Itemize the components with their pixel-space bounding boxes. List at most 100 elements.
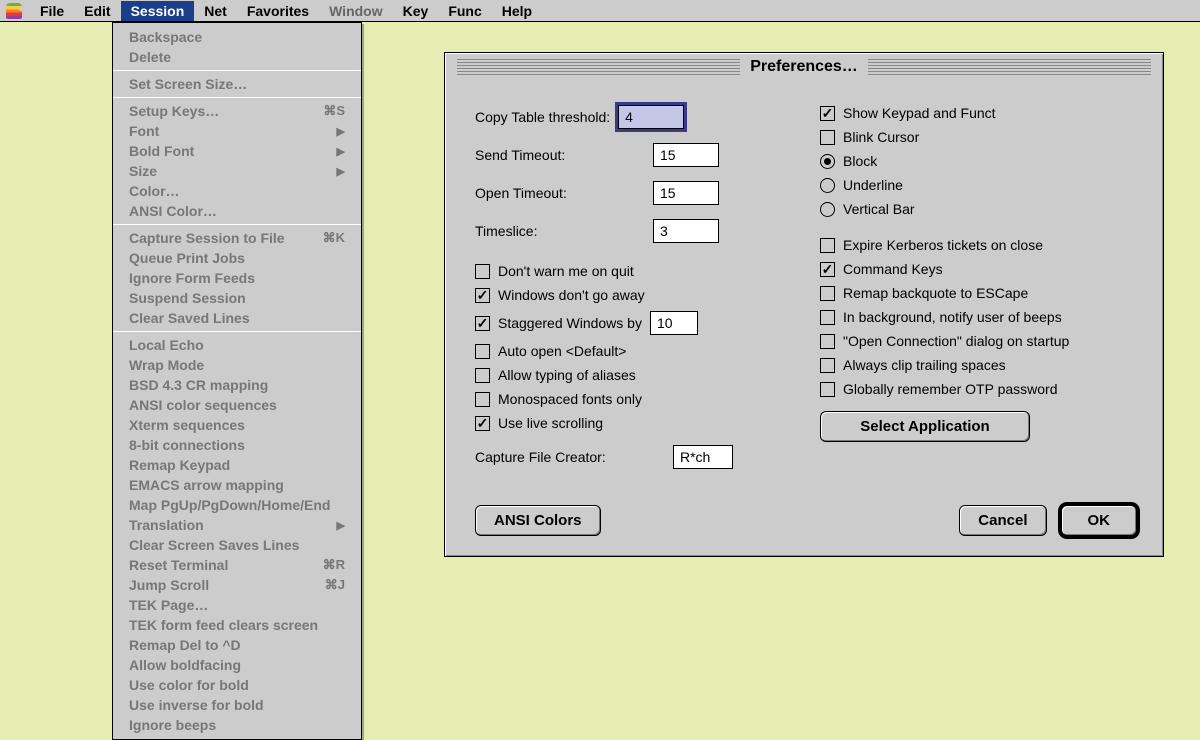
menu-item-allow-boldfacing[interactable]: Allow boldfacing: [113, 655, 361, 675]
prefs-right-column: Show Keypad and Funct Blink Cursor Block…: [820, 105, 1137, 483]
label-allow-aliases: Allow typing of aliases: [498, 367, 636, 383]
ok-button[interactable]: OK: [1061, 505, 1138, 536]
menu-net[interactable]: Net: [194, 1, 237, 21]
menu-window[interactable]: Window: [319, 1, 393, 21]
menu-item-queue-print-jobs[interactable]: Queue Print Jobs: [113, 248, 361, 268]
menu-item-backspace[interactable]: Backspace: [113, 27, 361, 47]
menu-item-delete[interactable]: Delete: [113, 47, 361, 67]
checkbox-staggered[interactable]: [475, 316, 490, 331]
submenu-arrow-icon: ▶: [337, 125, 345, 138]
menu-func[interactable]: Func: [438, 1, 491, 21]
menu-item-remap-del-to-d[interactable]: Remap Del to ^D: [113, 635, 361, 655]
menu-item-tek-page[interactable]: TEK Page…: [113, 595, 361, 615]
menu-item-ignore-beeps[interactable]: Ignore beeps: [113, 715, 361, 735]
label-open-connection-startup: "Open Connection" dialog on startup: [843, 333, 1069, 349]
select-application-button[interactable]: Select Application: [820, 411, 1030, 442]
menu-item-set-screen-size[interactable]: Set Screen Size…: [113, 74, 361, 94]
checkbox-windows-dont-go[interactable]: [475, 288, 490, 303]
menu-item-local-echo[interactable]: Local Echo: [113, 335, 361, 355]
shortcut: ⌘J: [325, 577, 345, 593]
menubar: FileEditSessionNetFavoritesWindowKeyFunc…: [0, 0, 1200, 22]
menu-item-xterm-sequences[interactable]: Xterm sequences: [113, 415, 361, 435]
checkbox-blink-cursor[interactable]: [820, 130, 835, 145]
label-show-keypad: Show Keypad and Funct: [843, 105, 996, 121]
menu-item-emacs-arrow-mapping[interactable]: EMACS arrow mapping: [113, 475, 361, 495]
apple-icon[interactable]: [6, 3, 22, 19]
menu-item-wrap-mode[interactable]: Wrap Mode: [113, 355, 361, 375]
copy-table-input[interactable]: [618, 105, 684, 129]
menu-item-bsd-4-3-cr-mapping[interactable]: BSD 4.3 CR mapping: [113, 375, 361, 395]
menu-item-size[interactable]: Size▶: [113, 161, 361, 181]
send-timeout-input[interactable]: [653, 143, 719, 167]
menu-item-jump-scroll[interactable]: Jump Scroll⌘J: [113, 575, 361, 595]
menu-separator: [113, 331, 361, 332]
checkbox-bg-beeps[interactable]: [820, 310, 835, 325]
menu-item-suspend-session[interactable]: Suspend Session: [113, 288, 361, 308]
radio-vertical-bar[interactable]: [820, 202, 835, 217]
menu-item-ignore-form-feeds[interactable]: Ignore Form Feeds: [113, 268, 361, 288]
menu-item-clear-saved-lines[interactable]: Clear Saved Lines: [113, 308, 361, 328]
menu-item-reset-terminal[interactable]: Reset Terminal⌘R: [113, 555, 361, 575]
menu-item-capture-session-to-file[interactable]: Capture Session to File⌘K: [113, 228, 361, 248]
capture-creator-label: Capture File Creator:: [475, 449, 665, 465]
menu-help[interactable]: Help: [492, 1, 542, 21]
preferences-window: Preferences… Copy Table threshold: Send …: [444, 52, 1164, 557]
label-block: Block: [843, 153, 877, 169]
staggered-input[interactable]: [650, 311, 698, 335]
menu-item-8-bit-connections[interactable]: 8-bit connections: [113, 435, 361, 455]
menu-item-font[interactable]: Font▶: [113, 121, 361, 141]
label-expire-kerberos: Expire Kerberos tickets on close: [843, 237, 1043, 253]
menu-item-map-pgup-pgdown-home-end[interactable]: Map PgUp/PgDown/Home/End: [113, 495, 361, 515]
menu-item-remap-keypad[interactable]: Remap Keypad: [113, 455, 361, 475]
submenu-arrow-icon: ▶: [337, 145, 345, 158]
menu-edit[interactable]: Edit: [74, 1, 120, 21]
label-remember-otp: Globally remember OTP password: [843, 381, 1057, 397]
menu-item-translation[interactable]: Translation▶: [113, 515, 361, 535]
label-command-keys: Command Keys: [843, 261, 943, 277]
menu-item-use-color-for-bold[interactable]: Use color for bold: [113, 675, 361, 695]
checkbox-dont-warn[interactable]: [475, 264, 490, 279]
checkbox-clip-trailing[interactable]: [820, 358, 835, 373]
open-timeout-input[interactable]: [653, 181, 719, 205]
menu-item-ansi-color[interactable]: ANSI Color…: [113, 201, 361, 221]
label-windows-dont-go: Windows don't go away: [498, 287, 645, 303]
checkbox-mono-fonts[interactable]: [475, 392, 490, 407]
radio-underline[interactable]: [820, 178, 835, 193]
timeslice-input[interactable]: [653, 219, 719, 243]
menu-item-setup-keys[interactable]: Setup Keys…⌘S: [113, 101, 361, 121]
ansi-colors-button[interactable]: ANSI Colors: [475, 505, 601, 536]
checkbox-show-keypad[interactable]: [820, 106, 835, 121]
menu-item-color[interactable]: Color…: [113, 181, 361, 201]
checkbox-allow-aliases[interactable]: [475, 368, 490, 383]
menu-session[interactable]: Session: [121, 1, 195, 21]
timeslice-label: Timeslice:: [475, 223, 645, 239]
submenu-arrow-icon: ▶: [337, 519, 345, 532]
menu-separator: [113, 224, 361, 225]
cancel-button[interactable]: Cancel: [959, 505, 1046, 536]
checkbox-remap-backquote[interactable]: [820, 286, 835, 301]
menu-file[interactable]: File: [30, 1, 74, 21]
checkbox-auto-open[interactable]: [475, 344, 490, 359]
label-bg-beeps: In background, notify user of beeps: [843, 309, 1062, 325]
checkbox-open-connection-startup[interactable]: [820, 334, 835, 349]
checkbox-remember-otp[interactable]: [820, 382, 835, 397]
send-timeout-label: Send Timeout:: [475, 147, 645, 163]
checkbox-command-keys[interactable]: [820, 262, 835, 277]
checkbox-expire-kerberos[interactable]: [820, 238, 835, 253]
prefs-left-column: Copy Table threshold: Send Timeout: Open…: [475, 105, 792, 483]
radio-block[interactable]: [820, 154, 835, 169]
label-auto-open: Auto open <Default>: [498, 343, 626, 359]
menu-item-tek-form-feed-clears-screen[interactable]: TEK form feed clears screen: [113, 615, 361, 635]
menu-item-ansi-color-sequences[interactable]: ANSI color sequences: [113, 395, 361, 415]
menu-item-clear-screen-saves-lines[interactable]: Clear Screen Saves Lines: [113, 535, 361, 555]
label-remap-backquote: Remap backquote to ESCape: [843, 285, 1028, 301]
menu-item-use-inverse-for-bold[interactable]: Use inverse for bold: [113, 695, 361, 715]
submenu-arrow-icon: ▶: [337, 165, 345, 178]
checkbox-live-scroll[interactable]: [475, 416, 490, 431]
menu-item-bold-font[interactable]: Bold Font▶: [113, 141, 361, 161]
window-title: Preferences…: [740, 58, 868, 76]
menu-key[interactable]: Key: [393, 1, 439, 21]
label-mono-fonts: Monospaced fonts only: [498, 391, 642, 407]
capture-creator-input[interactable]: [673, 445, 733, 469]
menu-favorites[interactable]: Favorites: [237, 1, 319, 21]
